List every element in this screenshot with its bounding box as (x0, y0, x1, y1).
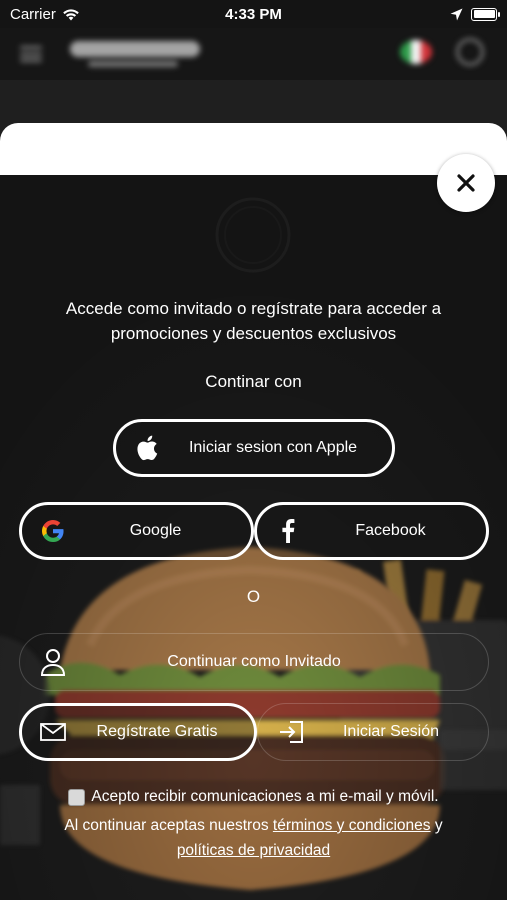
continue-as-guest-label: Continuar como Invitado (167, 653, 341, 670)
intro-text: Accede como invitado o regístrate para a… (65, 299, 442, 343)
consent-row: Acepto recibir comunicaciones a mi e-mai… (0, 788, 507, 806)
sign-in-icon (274, 715, 308, 749)
carrier-label: Carrier (10, 5, 56, 23)
consent-label: Acepto recibir comunicaciones a mi e-mai… (91, 788, 439, 805)
wifi-icon (63, 8, 79, 20)
envelope-icon (36, 715, 70, 749)
facebook-signin-label: Facebook (355, 522, 426, 539)
continue-as-guest-button[interactable]: Continuar como Invitado (19, 633, 489, 691)
privacy-link[interactable]: políticas de privacidad (177, 842, 330, 859)
person-icon (36, 645, 70, 679)
location-arrow-icon (450, 8, 463, 20)
modal-content: Accede como invitado o regístrate para a… (0, 0, 507, 900)
google-signin-button[interactable]: Google (19, 502, 254, 560)
terms-prefix: Al continuar aceptas nuestros (64, 817, 269, 834)
facebook-icon (271, 514, 305, 548)
status-right (450, 7, 500, 21)
apple-signin-button[interactable]: Iniciar sesion con Apple (113, 419, 395, 477)
apple-signin-label: Iniciar sesion con Apple (188, 439, 358, 456)
register-free-button[interactable]: Regístrate Gratis (19, 703, 257, 761)
or-separator: O (246, 587, 261, 606)
terms-and: y (434, 817, 443, 834)
login-label: Iniciar Sesión (342, 723, 440, 740)
consent-checkbox[interactable] (68, 788, 86, 806)
apple-icon (130, 431, 164, 465)
close-button[interactable] (437, 154, 495, 212)
continue-with-label: Continar con (205, 372, 302, 391)
login-button[interactable]: Iniciar Sesión (257, 703, 489, 761)
google-signin-label: Google (129, 522, 182, 539)
status-bar: Carrier 4:33 PM (0, 0, 507, 28)
terms-link[interactable]: términos y condiciones (273, 817, 431, 834)
status-left: Carrier (10, 6, 80, 23)
facebook-signin-button[interactable]: Facebook (254, 502, 489, 560)
battery-icon (471, 7, 500, 21)
register-free-label: Regístrate Gratis (96, 723, 218, 740)
google-icon (36, 514, 70, 548)
terms-text: Al continuar aceptas nuestros términos y… (20, 813, 487, 863)
close-icon (457, 174, 475, 192)
